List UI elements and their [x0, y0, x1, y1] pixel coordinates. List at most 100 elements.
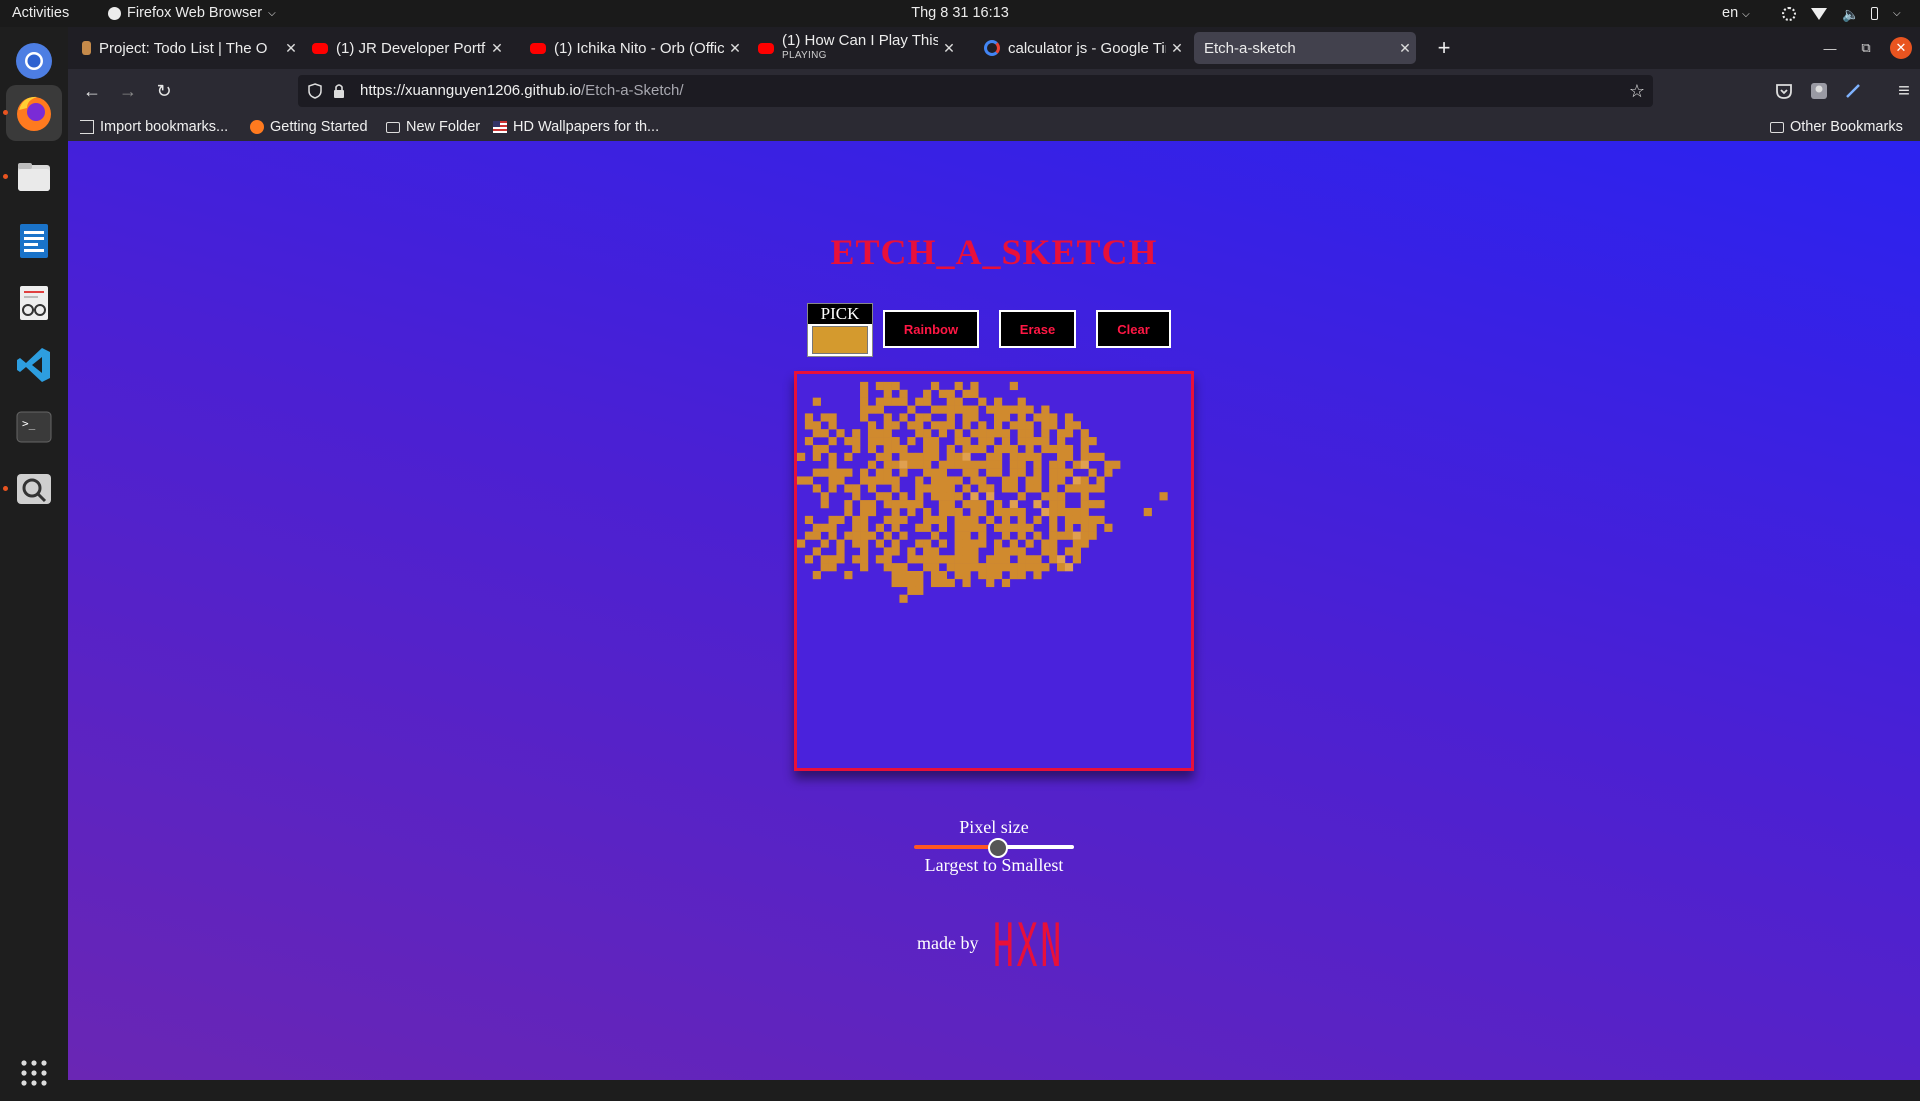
- painted-pixel[interactable]: [994, 421, 1003, 430]
- painted-pixel[interactable]: [962, 405, 971, 414]
- painted-pixel[interactable]: [962, 531, 971, 540]
- painted-pixel[interactable]: [970, 468, 979, 477]
- painted-pixel[interactable]: [820, 500, 829, 509]
- painted-pixel[interactable]: [1049, 444, 1058, 454]
- painted-pixel[interactable]: [970, 405, 979, 414]
- painted-pixel[interactable]: [986, 437, 995, 446]
- painted-pixel[interactable]: [962, 547, 971, 556]
- painted-pixel[interactable]: [883, 437, 892, 446]
- painted-pixel[interactable]: [891, 397, 900, 406]
- painted-pixel[interactable]: [860, 500, 869, 509]
- painted-pixel[interactable]: [1072, 476, 1081, 485]
- painted-pixel[interactable]: [1009, 460, 1018, 469]
- painted-pixel[interactable]: [930, 421, 940, 430]
- painted-pixel[interactable]: [812, 523, 821, 532]
- painted-pixel[interactable]: [994, 571, 1003, 580]
- painted-pixel[interactable]: [852, 444, 861, 454]
- painted-pixel[interactable]: [1072, 547, 1081, 556]
- painted-pixel[interactable]: [1001, 413, 1011, 422]
- painted-pixel[interactable]: [923, 539, 932, 548]
- painted-pixel[interactable]: [930, 571, 940, 580]
- painted-pixel[interactable]: [1072, 531, 1081, 540]
- painted-pixel[interactable]: [828, 452, 837, 461]
- painted-pixel[interactable]: [978, 500, 987, 509]
- painted-pixel[interactable]: [954, 571, 963, 580]
- painted-pixel[interactable]: [883, 500, 892, 509]
- painted-pixel[interactable]: [907, 571, 916, 580]
- painted-pixel[interactable]: [1057, 460, 1066, 469]
- painted-pixel[interactable]: [1080, 507, 1089, 517]
- painted-pixel[interactable]: [1057, 531, 1066, 540]
- painted-pixel[interactable]: [812, 547, 821, 556]
- painted-pixel[interactable]: [938, 571, 948, 580]
- painted-pixel[interactable]: [1001, 523, 1011, 532]
- painted-pixel[interactable]: [1017, 437, 1026, 446]
- painted-pixel[interactable]: [915, 571, 924, 580]
- painted-pixel[interactable]: [883, 476, 892, 485]
- painted-pixel[interactable]: [1057, 555, 1066, 564]
- painted-pixel[interactable]: [883, 444, 892, 454]
- painted-pixel[interactable]: [1033, 500, 1042, 509]
- painted-pixel[interactable]: [954, 547, 963, 556]
- painted-pixel[interactable]: [970, 555, 979, 564]
- close-icon[interactable]: ✕: [1394, 40, 1416, 57]
- painted-pixel[interactable]: [1159, 492, 1168, 501]
- painted-pixel[interactable]: [1080, 484, 1089, 493]
- painted-pixel[interactable]: [954, 397, 963, 406]
- painted-pixel[interactable]: [860, 547, 869, 556]
- painted-pixel[interactable]: [1033, 452, 1042, 461]
- sketch-grid[interactable]: [794, 371, 1194, 771]
- painted-pixel[interactable]: [1017, 413, 1026, 422]
- painted-pixel[interactable]: [1064, 547, 1074, 556]
- search-icon[interactable]: [6, 461, 62, 517]
- painted-pixel[interactable]: [1049, 421, 1058, 430]
- tab-ichika-nito[interactable]: (1) Ichika Nito - Orb (Offic ✕: [520, 32, 746, 64]
- painted-pixel[interactable]: [954, 531, 963, 540]
- painted-pixel[interactable]: [1057, 444, 1066, 454]
- painted-pixel[interactable]: [1009, 476, 1018, 485]
- painted-pixel[interactable]: [986, 515, 995, 525]
- bookmark-other[interactable]: Other Bookmarks: [1770, 113, 1903, 141]
- painted-pixel[interactable]: [1057, 563, 1066, 572]
- painted-pixel[interactable]: [891, 515, 900, 525]
- painted-pixel[interactable]: [1088, 452, 1097, 461]
- painted-pixel[interactable]: [986, 468, 995, 477]
- painted-pixel[interactable]: [1009, 571, 1018, 580]
- painted-pixel[interactable]: [1080, 444, 1089, 454]
- painted-pixel[interactable]: [1064, 507, 1074, 517]
- painted-pixel[interactable]: [938, 507, 948, 517]
- painted-pixel[interactable]: [1025, 437, 1034, 446]
- painted-pixel[interactable]: [852, 429, 861, 438]
- painted-pixel[interactable]: [860, 413, 869, 422]
- painted-pixel[interactable]: [891, 539, 900, 548]
- painted-pixel[interactable]: [930, 381, 940, 391]
- painted-pixel[interactable]: [860, 397, 869, 406]
- painted-pixel[interactable]: [994, 500, 1003, 509]
- painted-pixel[interactable]: [915, 492, 924, 501]
- painted-pixel[interactable]: [1001, 444, 1011, 454]
- painted-pixel[interactable]: [812, 397, 821, 406]
- painted-pixel[interactable]: [1088, 531, 1097, 540]
- painted-pixel[interactable]: [1049, 507, 1058, 517]
- painted-pixel[interactable]: [867, 421, 877, 430]
- painted-pixel[interactable]: [1049, 492, 1058, 501]
- painted-pixel[interactable]: [962, 500, 971, 509]
- painted-pixel[interactable]: [986, 452, 995, 461]
- painted-pixel[interactable]: [954, 460, 963, 469]
- painted-pixel[interactable]: [860, 381, 869, 391]
- painted-pixel[interactable]: [930, 563, 940, 572]
- painted-pixel[interactable]: [860, 389, 869, 398]
- painted-pixel[interactable]: [836, 547, 845, 556]
- painted-pixel[interactable]: [923, 413, 932, 422]
- painted-pixel[interactable]: [938, 492, 948, 501]
- painted-pixel[interactable]: [946, 452, 955, 461]
- painted-pixel[interactable]: [875, 452, 884, 461]
- painted-pixel[interactable]: [899, 531, 908, 540]
- minimize-icon[interactable]: —: [1812, 41, 1848, 56]
- painted-pixel[interactable]: [1049, 515, 1058, 525]
- painted-pixel[interactable]: [1033, 515, 1042, 525]
- painted-pixel[interactable]: [930, 484, 940, 493]
- painted-pixel[interactable]: [852, 531, 861, 540]
- painted-pixel[interactable]: [915, 484, 924, 493]
- painted-pixel[interactable]: [938, 389, 948, 398]
